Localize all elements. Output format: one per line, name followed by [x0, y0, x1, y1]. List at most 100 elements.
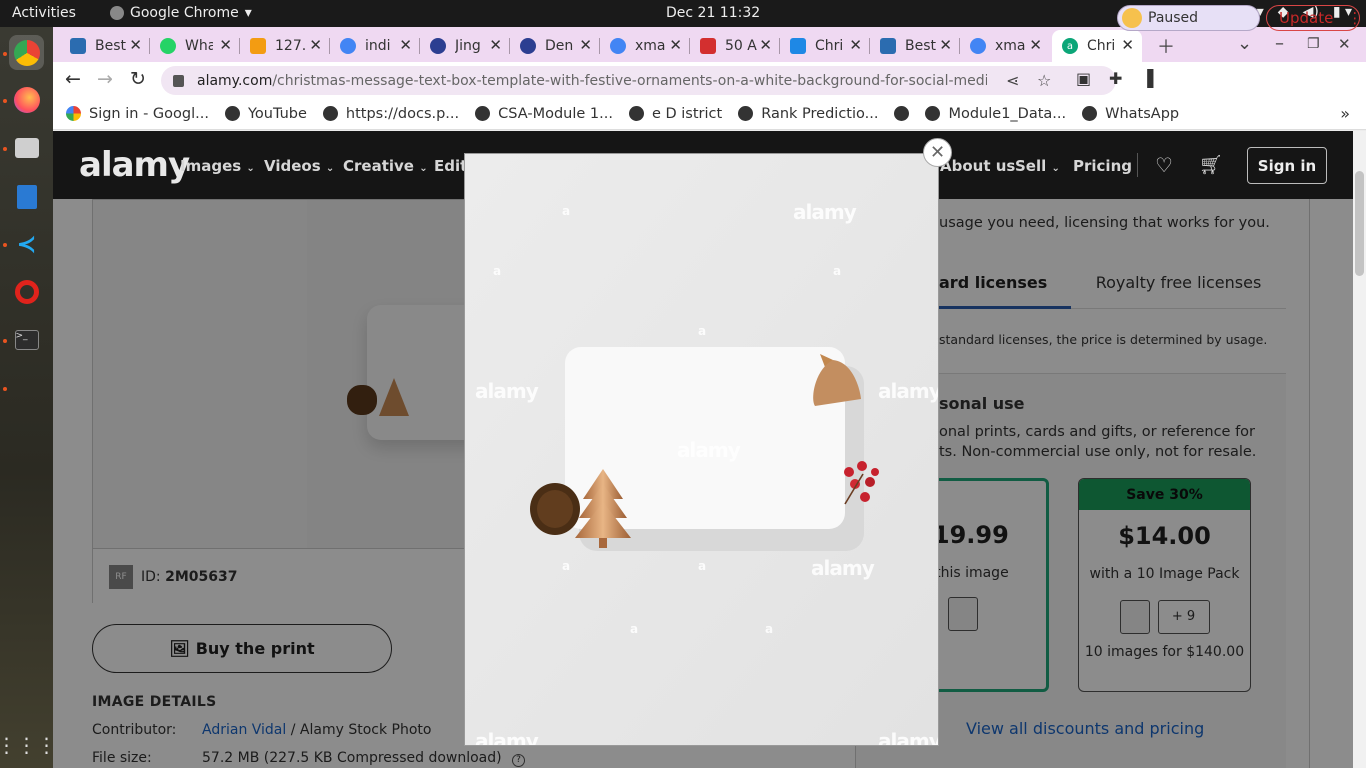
- watermark-small: a: [765, 622, 774, 636]
- browser-tab[interactable]: 127. ✕: [240, 30, 330, 62]
- help-icon[interactable]: ?: [512, 754, 526, 767]
- watermark-small: a: [698, 559, 707, 573]
- browser-tab[interactable]: Chri ✕: [780, 30, 870, 62]
- nav-videos[interactable]: Videos ⌄: [264, 157, 334, 175]
- firefox-dock-icon[interactable]: [9, 82, 44, 117]
- side-panel-icon[interactable]: ▐: [1141, 69, 1153, 88]
- forward-icon[interactable]: →: [97, 68, 113, 90]
- extensions-puzzle-icon[interactable]: ✚: [1109, 69, 1122, 88]
- clock[interactable]: Dec 21 11:32: [666, 5, 760, 21]
- tab-favicon-icon: [430, 38, 446, 54]
- bookmark-item[interactable]: Sign in - Googl...: [66, 106, 209, 122]
- watermark: alamy: [878, 379, 939, 403]
- tab-label: ard licenses: [939, 273, 1048, 292]
- close-tab-icon[interactable]: ✕: [219, 36, 232, 54]
- pack-price: $14.00: [1118, 522, 1211, 550]
- bookmark-item[interactable]: CSA-Module 1...: [475, 106, 613, 122]
- contributor-link[interactable]: Adrian Vidal: [202, 722, 286, 738]
- bookmark-item[interactable]: WhatsApp: [1082, 106, 1179, 122]
- minimize-icon[interactable]: –: [1275, 33, 1284, 54]
- close-tab-icon[interactable]: ✕: [939, 36, 952, 54]
- close-tab-icon[interactable]: ✕: [309, 36, 322, 54]
- site-logo[interactable]: alamy: [79, 145, 190, 185]
- browser-tab[interactable]: indi ✕: [330, 30, 420, 62]
- close-tab-icon[interactable]: ✕: [129, 36, 142, 54]
- close-tab-icon[interactable]: ✕: [489, 36, 502, 54]
- browser-tab[interactable]: WhatsApp ✕: [150, 30, 240, 62]
- browser-tab[interactable]: xma ✕: [960, 30, 1050, 62]
- close-window-icon[interactable]: ✕: [1338, 35, 1351, 53]
- bookmark-item[interactable]: https://docs.p...: [322, 106, 459, 122]
- scrollbar-thumb[interactable]: [1355, 171, 1364, 276]
- buy-print-button[interactable]: 🖼︎ Buy the print: [92, 624, 392, 673]
- address-bar[interactable]: alamy.com/christmas-message-text-box-tem…: [161, 66, 1116, 95]
- browser-tab[interactable]: 50 A ✕: [690, 30, 780, 62]
- rf-badge: RF: [109, 564, 133, 589]
- nav-about-us[interactable]: About us: [940, 157, 1015, 175]
- new-tab-icon[interactable]: ＋: [1157, 33, 1175, 59]
- files-dock-icon[interactable]: [9, 130, 44, 165]
- vscode-dock-icon[interactable]: ≺: [9, 226, 44, 261]
- nav-editorial[interactable]: Edit: [434, 157, 467, 175]
- bookmark-item[interactable]: [894, 106, 917, 121]
- image-pack-option[interactable]: Save 30% $14.00 with a 10 Image Pack + 9…: [1078, 478, 1251, 692]
- bookmarks-overflow-icon[interactable]: »: [1340, 104, 1350, 123]
- page-scrollbar[interactable]: [1353, 131, 1366, 768]
- tab-royalty-free-licenses[interactable]: Royalty free licenses: [1071, 271, 1286, 309]
- bookmark-item[interactable]: Rank Predictio...: [738, 106, 878, 122]
- browser-tab[interactable]: Jing ✕: [420, 30, 510, 62]
- chrome-dock-icon[interactable]: [9, 35, 44, 70]
- browser-tab[interactable]: Best ✕: [60, 30, 150, 62]
- google-icon: [610, 38, 626, 54]
- profile-status: Paused: [1148, 10, 1199, 26]
- lock-icon[interactable]: [173, 74, 184, 87]
- heart-icon[interactable]: ♡: [1155, 153, 1173, 177]
- browser-tab[interactable]: Den ✕: [510, 30, 600, 62]
- cart-icon[interactable]: 🛒︎: [1199, 153, 1223, 176]
- tab-favicon-icon: [880, 38, 896, 54]
- extension-icon[interactable]: ▣: [1076, 69, 1091, 88]
- nav-images[interactable]: Images ⌄: [180, 157, 255, 175]
- close-tab-icon[interactable]: ✕: [579, 36, 592, 54]
- close-lightbox-button[interactable]: ✕: [923, 138, 952, 167]
- update-button[interactable]: Update ⋮: [1266, 5, 1362, 31]
- tab-label: indi: [365, 38, 391, 54]
- bookmark-item[interactable]: e D istrict: [628, 106, 722, 122]
- contributor-label: Contributor:: [92, 722, 177, 738]
- bookmark-item[interactable]: YouTube: [224, 106, 307, 122]
- watermark-small: a: [630, 622, 639, 636]
- watermark: alamy: [878, 729, 939, 746]
- close-tab-icon[interactable]: ✕: [1121, 36, 1134, 54]
- close-tab-icon[interactable]: ✕: [759, 36, 772, 54]
- opera-dock-icon[interactable]: [9, 274, 44, 309]
- google-icon: [340, 38, 356, 54]
- nav-creative[interactable]: Creative ⌄: [343, 157, 428, 175]
- nav-pricing[interactable]: Pricing: [1073, 157, 1132, 175]
- profile-paused-button[interactable]: Paused: [1117, 5, 1260, 31]
- bookmark-item[interactable]: Module1_Data...: [925, 106, 1066, 122]
- browser-tab[interactable]: xma ✕: [600, 30, 690, 62]
- show-apps-icon[interactable]: ⋮⋮⋮: [0, 727, 57, 762]
- reload-icon[interactable]: ↻: [130, 68, 146, 90]
- close-tab-icon[interactable]: ✕: [849, 36, 862, 54]
- app-menu[interactable]: Google Chrome ▾: [110, 5, 252, 21]
- nav-sell[interactable]: Sell ⌄: [1015, 157, 1060, 175]
- browser-tab[interactable]: Best ✕: [870, 30, 960, 62]
- view-all-pricing-link[interactable]: View all discounts and pricing: [966, 719, 1204, 738]
- share-icon[interactable]: ⋖: [1006, 71, 1019, 90]
- sign-in-button[interactable]: Sign in: [1247, 147, 1327, 184]
- writer-dock-icon[interactable]: [9, 179, 44, 214]
- close-tab-icon[interactable]: ✕: [669, 36, 682, 54]
- tab-search-icon[interactable]: ⌄: [1237, 33, 1252, 54]
- bookmark-label: Module1_Data...: [948, 105, 1067, 122]
- close-tab-icon[interactable]: ✕: [399, 36, 412, 54]
- nav-label: Sell: [1015, 157, 1047, 175]
- activities-button[interactable]: Activities: [12, 5, 76, 21]
- back-icon[interactable]: ←: [65, 68, 81, 90]
- bookmark-star-icon[interactable]: ☆: [1037, 71, 1051, 90]
- tab-favicon-icon: [700, 38, 716, 54]
- restore-icon[interactable]: ❐: [1307, 36, 1320, 52]
- close-tab-icon[interactable]: ✕: [1029, 36, 1042, 54]
- terminal-dock-icon[interactable]: >_: [9, 322, 44, 357]
- browser-tab-active[interactable]: a Chri ✕: [1052, 30, 1142, 62]
